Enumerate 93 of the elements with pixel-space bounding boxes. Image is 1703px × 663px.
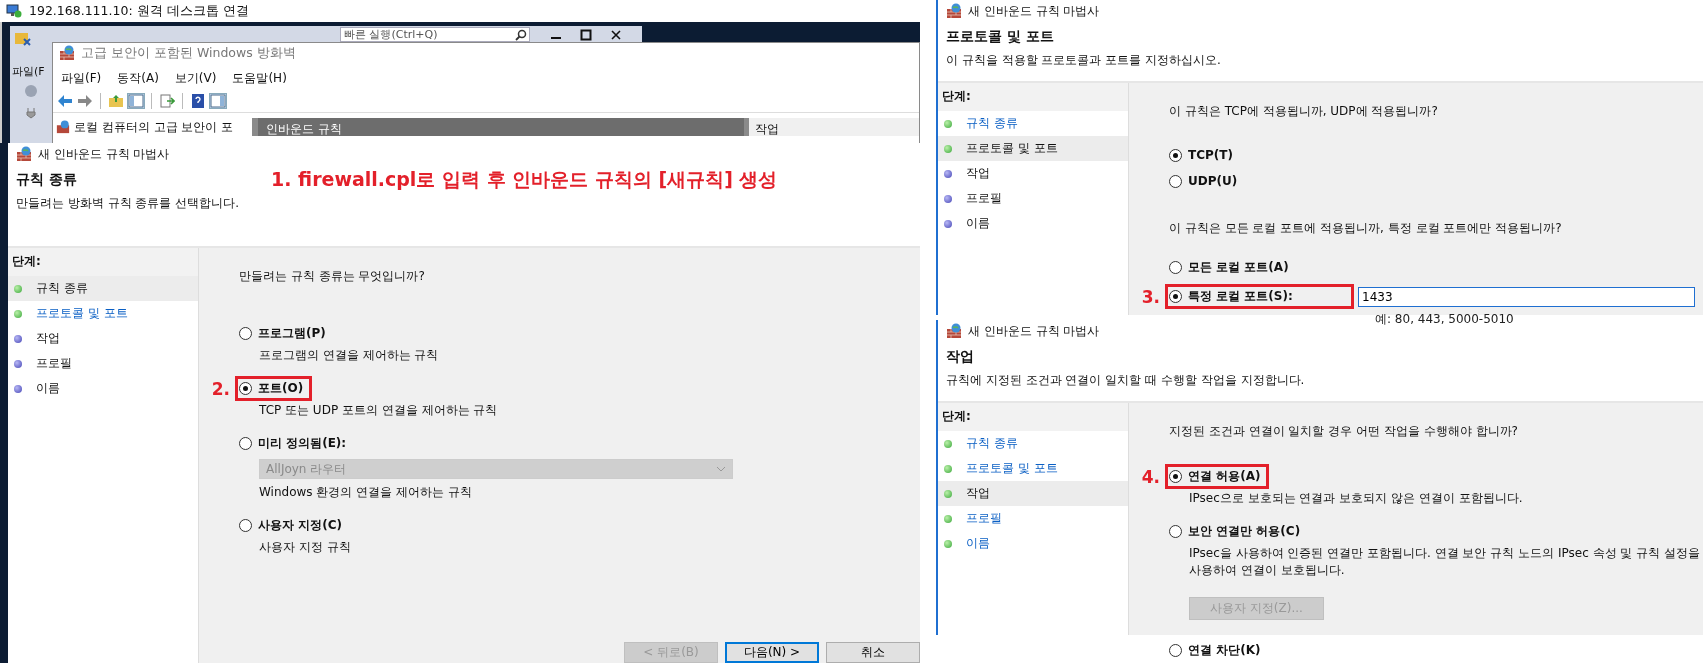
- radio-button[interactable]: [239, 519, 252, 532]
- radio-button[interactable]: [1169, 470, 1182, 483]
- steps-header: 단계:: [938, 83, 1128, 111]
- maximize-icon[interactable]: [580, 29, 592, 41]
- radio-button[interactable]: [1169, 174, 1182, 188]
- tree-label: 로컬 컴퓨터의 고급 보안이 포: [74, 118, 234, 136]
- step-item[interactable]: 프로토콜 및 포트: [938, 136, 1128, 161]
- firewall-icon: [16, 146, 32, 162]
- radio-button[interactable]: [239, 437, 252, 450]
- menu-item[interactable]: 파일(F: [12, 64, 45, 79]
- close-icon[interactable]: [610, 29, 622, 41]
- option-description: TCP 또는 UDP 포트의 연결을 제어하는 규칙: [259, 402, 498, 419]
- step-item[interactable]: 프로필: [938, 506, 1128, 531]
- radio-option[interactable]: 사용자 지정(C): [235, 513, 351, 538]
- radio-button[interactable]: [239, 382, 252, 395]
- radio-option[interactable]: 미리 정의됨(E):: [235, 431, 356, 456]
- window-title: 새 인바운드 규칙 마법사: [38, 145, 170, 163]
- question-text: 이 규칙은 TCP에 적용됩니까, UDP에 적용됩니까?: [1169, 103, 1438, 120]
- page-subtitle: 규칙에 지정된 조건과 연결이 일치할 때 수행할 작업을 지정합니다.: [946, 372, 1305, 389]
- step-item[interactable]: 이름: [938, 211, 1128, 236]
- wizard-button[interactable]: 다음(N) >: [725, 642, 819, 663]
- firewall-icon: [59, 45, 75, 61]
- step-item[interactable]: 규칙 종류: [938, 431, 1128, 456]
- menu-item[interactable]: 보기(V): [174, 70, 217, 87]
- page-heading: 규칙 종류: [16, 171, 78, 189]
- radio-option[interactable]: 연결 차단(K): [1165, 638, 1270, 663]
- window-title: 새 인바운드 규칙 마법사: [968, 2, 1100, 20]
- step-item[interactable]: 프로토콜 및 포트: [8, 301, 198, 326]
- menu-item[interactable]: 파일(F): [61, 70, 102, 87]
- export-icon[interactable]: [159, 94, 175, 108]
- radio-option[interactable]: TCP(T): [1165, 144, 1242, 166]
- question-text: 지정된 조건과 연결이 일치할 경우 어떤 작업을 수행해야 합니까?: [1169, 423, 1518, 440]
- port-field[interactable]: 1433: [1358, 286, 1695, 307]
- radio-button[interactable]: [1169, 290, 1182, 303]
- annotation-text: 1. firewall.cpl로 입력 후 인바운드 규칙의 [새규칙] 생성: [271, 167, 778, 192]
- radio-button[interactable]: [1169, 261, 1182, 274]
- radio-option[interactable]: UDP(U): [1165, 170, 1247, 192]
- radio-option[interactable]: 모든 로컬 포트(A): [1165, 255, 1298, 280]
- step-number: 2.: [211, 378, 230, 399]
- step-item[interactable]: 작업: [938, 481, 1128, 506]
- wizard-button[interactable]: 취소: [826, 642, 920, 663]
- window-title: 새 인바운드 규칙 마법사: [968, 322, 1100, 340]
- step-item[interactable]: 작업: [8, 326, 198, 351]
- step-item[interactable]: 프로필: [8, 351, 198, 376]
- radio-button[interactable]: [239, 327, 252, 340]
- step-item[interactable]: 규칙 종류: [8, 276, 198, 301]
- plug-icon[interactable]: [24, 106, 38, 120]
- option-description: 프로그램의 연결을 제어하는 규칙: [259, 347, 439, 364]
- remote-desktop-icon: [6, 4, 22, 18]
- panel-header: 작업: [749, 118, 919, 136]
- step-item[interactable]: 이름: [938, 531, 1128, 556]
- app-icon: [14, 30, 32, 46]
- radio-option[interactable]: 프로그램(P): [235, 321, 335, 346]
- page-subtitle: 이 규칙을 적용할 프로토콜과 포트를 지정하십시오.: [946, 52, 1221, 69]
- search-icon: [515, 29, 527, 41]
- help-icon[interactable]: [190, 94, 206, 108]
- menu-item[interactable]: 도움말(H): [232, 70, 287, 87]
- question-text: 이 규칙은 모든 로컬 포트에 적용됩니까, 특정 로컬 포트에만 적용됩니까?: [1169, 220, 1562, 237]
- step-item[interactable]: 규칙 종류: [938, 111, 1128, 136]
- question-text: 만들려는 규칙 종류는 무엇입니까?: [239, 268, 425, 285]
- option-description: 사용자 지정 규칙: [259, 539, 351, 556]
- step-number: 3.: [1141, 286, 1160, 307]
- tree-item[interactable]: 로컬 컴퓨터의 고급 보안이 포: [53, 118, 252, 136]
- step-number: 4.: [1141, 466, 1160, 487]
- back-arrow-icon[interactable]: [57, 94, 73, 108]
- hint-text: 예: 80, 443, 5000-5010: [1375, 311, 1514, 328]
- step-item[interactable]: 이름: [8, 376, 198, 401]
- caret-icon: [716, 466, 726, 472]
- step-item[interactable]: 프로필: [938, 186, 1128, 211]
- folder-up-icon[interactable]: [108, 94, 124, 108]
- steps-header: 단계:: [938, 403, 1128, 431]
- page-heading: 작업: [946, 348, 975, 366]
- forward-arrow-icon[interactable]: [77, 94, 93, 108]
- steps-header: 단계:: [8, 248, 198, 276]
- page-subtitle: 만들려는 방화벽 규칙 종류를 선택합니다.: [16, 195, 241, 212]
- option-description: IPsec으로 보호되는 연결과 보호되지 않은 연결이 포함됩니다.: [1189, 490, 1523, 507]
- step-item[interactable]: 작업: [938, 161, 1128, 186]
- option-description: Windows 환경의 연결을 제어하는 규칙: [259, 484, 472, 501]
- radio-option[interactable]: 보안 연결만 허용(C): [1165, 519, 1310, 544]
- radio-button[interactable]: [1169, 148, 1182, 162]
- step-item[interactable]: 프로토콜 및 포트: [938, 456, 1128, 481]
- radio-button[interactable]: [1169, 644, 1182, 657]
- firewall-icon: [56, 120, 70, 134]
- firewall-icon: [946, 3, 962, 19]
- panel-header: 인바운드 규칙: [258, 118, 744, 136]
- page-heading: 프로토콜 및 포트: [946, 28, 1055, 46]
- window-title: 192.168.111.10: 원격 데스크톱 연결: [29, 2, 249, 20]
- menu-item[interactable]: 동작(A): [117, 70, 159, 87]
- option-description: IPsec을 사용하여 인증된 연결만 포함됩니다. 연결 보안 규칙 노드의 IPsec 속성 및 규칙 설정을 사용하여 연결이 보호됩니다.: [1189, 545, 1701, 579]
- radio-button[interactable]: [1169, 525, 1182, 538]
- window-title: 고급 보안이 포함된 Windows 방화벽: [81, 44, 296, 62]
- firewall-icon: [946, 323, 962, 339]
- search-field[interactable]: 빠른 실행(Ctrl+Q): [340, 27, 530, 42]
